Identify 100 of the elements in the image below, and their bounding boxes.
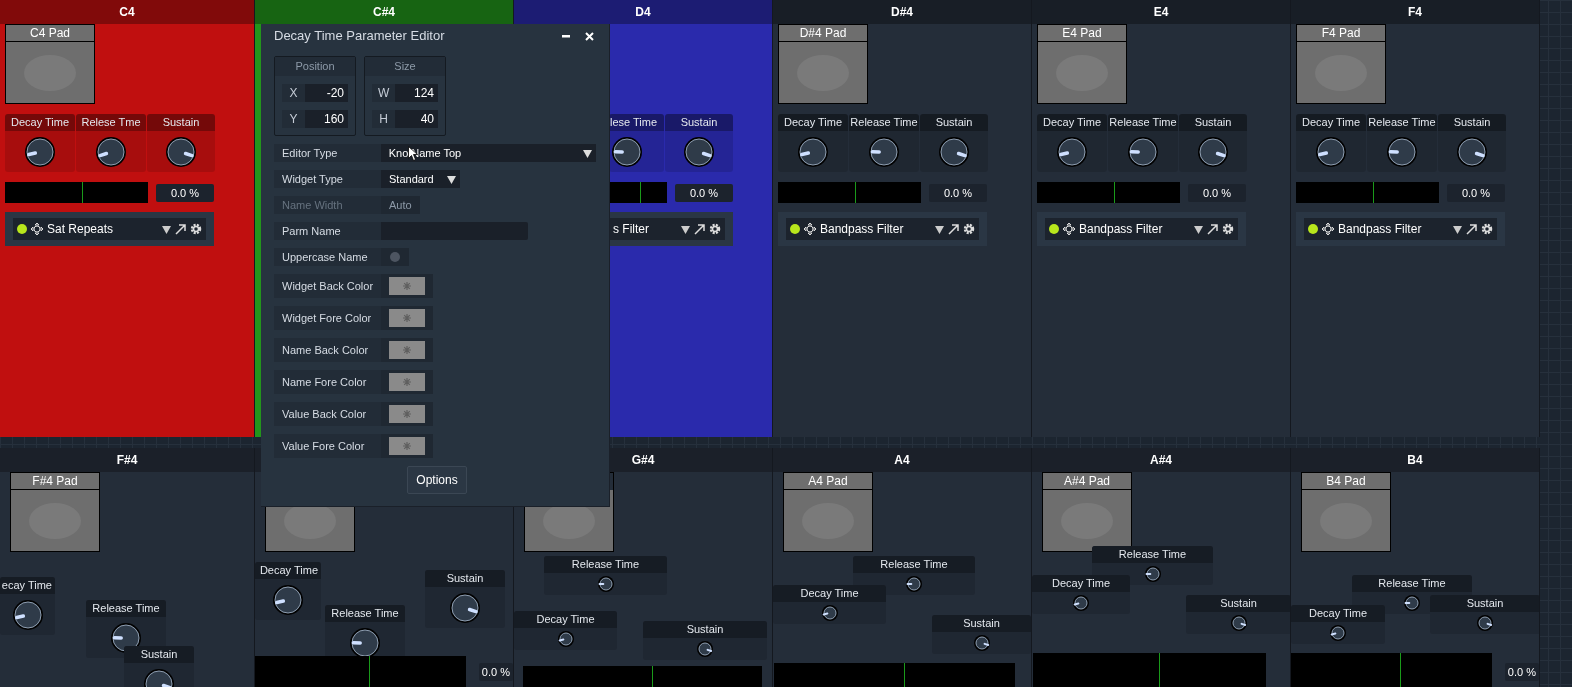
color-swatch[interactable] (389, 373, 425, 391)
color-swatch[interactable] (389, 341, 425, 359)
knob-icon[interactable] (556, 630, 575, 648)
close-icon[interactable] (585, 31, 594, 41)
knob-icon[interactable] (1403, 594, 1421, 612)
knob-icon[interactable] (1386, 135, 1418, 168)
knob-icon[interactable] (1315, 135, 1347, 168)
knob-icon[interactable] (1229, 614, 1248, 632)
knob-icon[interactable] (1456, 135, 1488, 168)
knob-label: Sustain (920, 114, 988, 131)
knob-icon[interactable] (683, 135, 715, 168)
knob-icon[interactable] (972, 634, 991, 652)
color-swatch[interactable] (389, 405, 425, 423)
knob-label: lese Time (609, 114, 664, 131)
number-field[interactable]: 40 (395, 110, 438, 128)
number-field[interactable]: -20 (305, 84, 348, 102)
property-label: Name Fore Color (274, 370, 381, 394)
knob-label: Release Time (1352, 575, 1472, 592)
knob-icon[interactable] (696, 640, 714, 658)
column-header: A#4 (1032, 448, 1290, 472)
arrow-icon[interactable] (948, 223, 959, 235)
column-header: D4 (514, 0, 772, 24)
knob-icon[interactable] (1143, 565, 1162, 583)
settings-icon[interactable] (963, 223, 975, 235)
level-meter (609, 182, 667, 203)
dropdown-icon[interactable] (935, 224, 944, 234)
knob-icon[interactable] (868, 135, 900, 168)
knob-label: Release Time (1108, 114, 1178, 131)
value-readout: 0.0 % (156, 183, 214, 202)
knob-icon[interactable] (1476, 614, 1494, 632)
knob-icon[interactable] (95, 135, 127, 168)
knob-label: Sustain (643, 621, 767, 638)
knob-label: Decay Time (778, 114, 848, 131)
toggle[interactable] (381, 248, 409, 266)
knob-label: Sustain (1186, 595, 1290, 612)
knob-icon[interactable] (1127, 135, 1159, 168)
settings-icon[interactable] (190, 223, 202, 235)
value-readout: 0.0 % (675, 183, 733, 202)
knob-label: Release Time (1367, 114, 1437, 131)
color-swatch[interactable] (389, 437, 425, 455)
move-icon[interactable] (804, 223, 816, 235)
knob-label: Decay Time (1032, 575, 1130, 592)
property-label: Value Back Color (274, 402, 381, 426)
pad[interactable] (1043, 490, 1131, 551)
field-label: Y (282, 110, 306, 128)
arrow-icon[interactable] (1207, 223, 1218, 235)
field-label: X (282, 84, 306, 102)
column-header: C4 (0, 0, 254, 24)
knob-icon[interactable] (1329, 624, 1347, 642)
number-field[interactable]: 124 (395, 84, 438, 102)
knob-icon[interactable] (1072, 594, 1090, 612)
move-icon[interactable] (31, 223, 43, 235)
color-swatch[interactable] (389, 309, 425, 327)
asterisk-icon (403, 282, 411, 290)
knob-label: Release Time (1092, 546, 1213, 563)
dropdown-icon (447, 174, 456, 184)
knob-icon[interactable] (449, 591, 481, 624)
field-label: H (372, 110, 396, 128)
pad-label: A4 Pad (784, 473, 872, 490)
knob-icon[interactable] (349, 626, 381, 659)
property-label: Name Width (274, 196, 381, 214)
arrow-icon[interactable] (175, 223, 186, 235)
knob-icon[interactable] (938, 135, 970, 168)
knob-label: Sustain (124, 646, 194, 663)
knob-icon[interactable] (165, 135, 197, 168)
knob-icon[interactable] (820, 604, 839, 622)
arrow-icon[interactable] (694, 223, 705, 235)
knob-icon[interactable] (11, 598, 44, 631)
move-icon[interactable] (1063, 223, 1075, 235)
settings-icon[interactable] (1222, 223, 1234, 235)
knob-icon[interactable] (1197, 135, 1229, 168)
knob-icon[interactable] (611, 135, 643, 168)
knob-label: Sustain (147, 114, 215, 131)
dropdown-icon[interactable] (162, 224, 171, 234)
dropdown-icon[interactable] (1194, 224, 1203, 234)
dropdown-icon[interactable] (1453, 224, 1462, 234)
pad-label: F#4 Pad (11, 473, 99, 490)
knob-icon[interactable] (272, 583, 304, 616)
knob-icon[interactable] (596, 575, 615, 593)
property-label: Widget Type (274, 170, 381, 188)
knob-icon[interactable] (24, 135, 56, 168)
knob-icon[interactable] (905, 575, 923, 593)
dropdown[interactable]: Standard (381, 170, 460, 188)
knob-label: Sustain (425, 570, 505, 587)
options-button[interactable]: Options (407, 466, 467, 494)
knob-icon[interactable] (797, 135, 829, 168)
color-swatch[interactable] (389, 277, 425, 295)
arrow-icon[interactable] (1466, 223, 1477, 235)
column-header: F4 (1291, 0, 1539, 24)
property-label: Value Fore Color (274, 434, 381, 458)
move-icon[interactable] (1322, 223, 1334, 235)
knob-icon[interactable] (1056, 135, 1088, 168)
asterisk-icon (403, 442, 411, 450)
value-readout: 0.0 % (478, 663, 513, 681)
pad-label: B4 Pad (1302, 473, 1390, 490)
settings-icon[interactable] (709, 223, 721, 235)
number-field[interactable]: 160 (305, 110, 348, 128)
dropdown-icon[interactable] (681, 224, 690, 234)
settings-icon[interactable] (1481, 223, 1493, 235)
asterisk-icon (403, 410, 411, 418)
